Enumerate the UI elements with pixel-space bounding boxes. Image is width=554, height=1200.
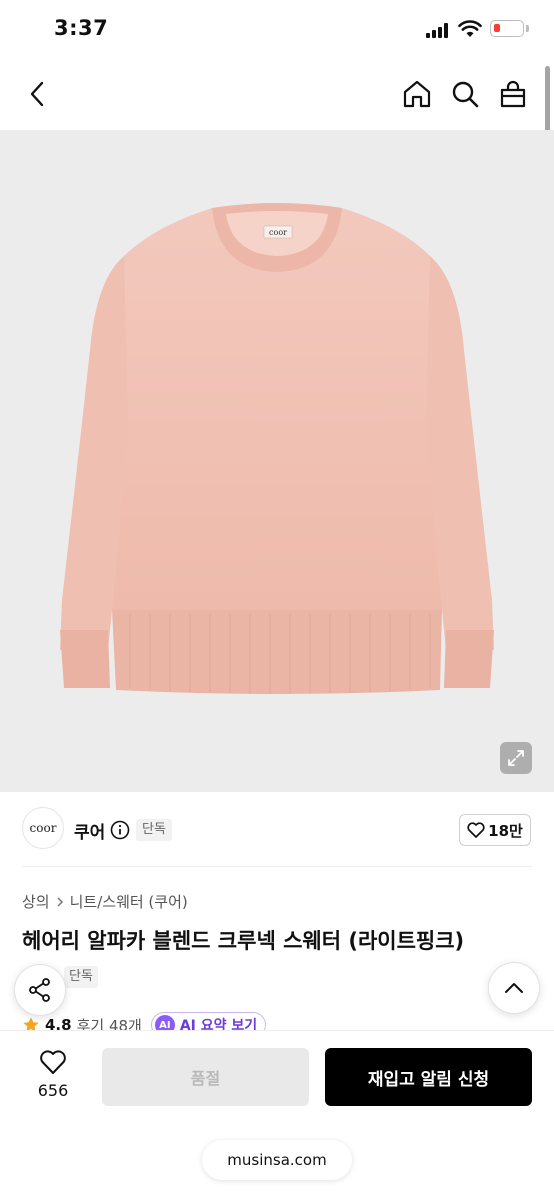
signal-icon <box>426 22 452 38</box>
status-bar: 3:37 <box>0 0 554 60</box>
product-image[interactable]: coor <box>0 130 554 792</box>
sweater-illustration: coor <box>60 203 494 694</box>
home-button[interactable] <box>399 76 435 112</box>
wifi-icon <box>458 20 482 37</box>
product-tag: 단독 <box>64 966 98 988</box>
soldout-button[interactable]: 품절 <box>102 1048 309 1106</box>
brand-like-button[interactable]: 18만 <box>459 814 531 846</box>
brand-row: coor 쿠어 단독 18만 <box>0 800 554 860</box>
scroll-indicator[interactable] <box>545 66 550 136</box>
breadcrumb-category[interactable]: 상의 <box>22 891 50 912</box>
restock-alert-button[interactable]: 재입고 알림 신청 <box>325 1048 532 1106</box>
nav-bar <box>0 60 554 130</box>
browser-url-bar[interactable]: musinsa.com <box>202 1140 352 1180</box>
search-button[interactable] <box>447 76 483 112</box>
heart-icon <box>467 822 485 838</box>
chevron-left-icon <box>30 81 44 107</box>
breadcrumb: 상의 니트/스웨터 (쿠어) <box>22 891 188 912</box>
url-text: musinsa.com <box>227 1151 327 1169</box>
back-button[interactable] <box>20 76 56 112</box>
wish-button[interactable]: 656 <box>22 1049 84 1113</box>
chevron-right-icon <box>57 896 63 907</box>
share-button[interactable] <box>14 964 66 1016</box>
info-icon[interactable] <box>110 820 130 840</box>
expand-image-button[interactable] <box>500 742 532 774</box>
search-icon <box>452 81 479 108</box>
share-icon <box>29 978 50 1002</box>
breadcrumb-subcategory[interactable]: 니트/스웨터 (쿠어) <box>70 891 188 912</box>
wish-count: 656 <box>37 1081 69 1100</box>
brand-logo-text: coor <box>29 821 57 835</box>
cart-button[interactable] <box>495 76 531 112</box>
scroll-top-button[interactable] <box>488 962 540 1014</box>
status-time: 3:37 <box>54 16 109 40</box>
sweater-label-text: coor <box>269 228 287 237</box>
chevron-up-icon <box>505 983 523 993</box>
brand-name[interactable]: 쿠어 <box>74 818 105 843</box>
home-icon <box>403 80 431 108</box>
battery-icon <box>490 20 524 37</box>
divider <box>22 866 532 867</box>
product-title: 헤어리 알파카 블렌드 크루넥 스웨터 (라이트핑크) <box>22 929 465 953</box>
expand-icon <box>508 750 524 766</box>
brand-like-count: 18만 <box>488 821 523 840</box>
shopping-bag-icon <box>500 80 526 108</box>
exclusive-badge: 단독 <box>136 819 172 841</box>
heart-icon <box>40 1050 66 1074</box>
brand-logo[interactable]: coor <box>22 807 64 849</box>
